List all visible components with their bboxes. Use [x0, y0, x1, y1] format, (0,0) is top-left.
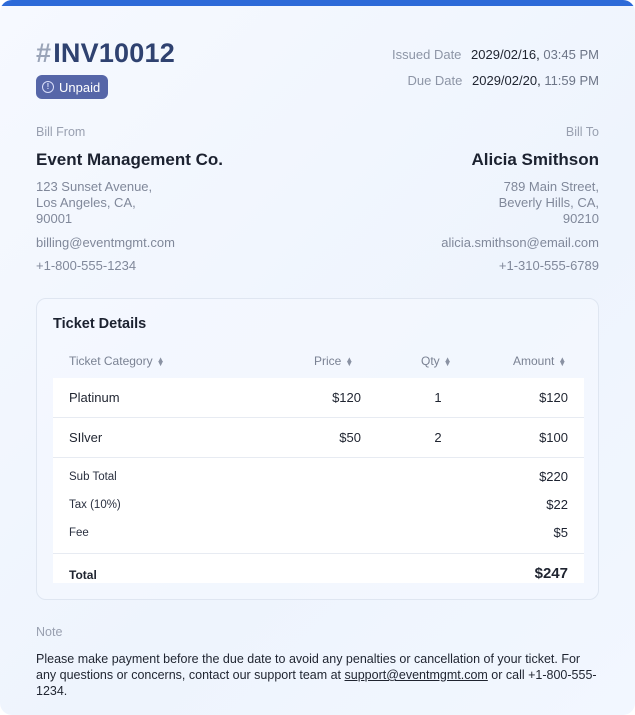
fee-label: Fee [69, 527, 89, 539]
invoice-dates: Issued Date 2029/02/16, 03:45 PM Due Dat… [392, 47, 599, 99]
table-row: Platinum $120 1 $120 [53, 378, 584, 418]
hash-symbol: # [36, 38, 52, 68]
ticket-category: Platinum [69, 390, 120, 405]
bill-from-phone: +1-800-555-1234 [36, 258, 137, 273]
subtotal-value: $220 [539, 469, 568, 484]
table-header: Ticket Category ▲ ▼ Price ▲ ▼ Qty ▲ ▼ Amount ▲ ▼ [53, 345, 584, 378]
accent-bar [0, 0, 635, 6]
sort-icon[interactable]: ▲ ▼ [444, 355, 452, 367]
sort-icon[interactable]: ▲ ▼ [558, 355, 566, 367]
note-caption: Note [36, 625, 63, 639]
column-header-label: Qty [421, 354, 440, 368]
due-time-value: 11:59 PM [544, 73, 599, 88]
bill-to-name: Alicia Smithson [471, 150, 599, 169]
info-circle-icon: ! [42, 81, 54, 93]
bill-to-email: alicia.smithson@email.com [441, 235, 599, 250]
status-badge: ! Unpaid [36, 75, 109, 99]
ticket-details-panel: Ticket Details Ticket Category ▲ ▼ Price ▲ ▼… [36, 298, 599, 600]
subtotal-label: Sub Total [69, 471, 117, 483]
total-label: Total [69, 568, 97, 582]
due-date-label: Due Date [407, 73, 463, 88]
ticket-price: $50 [339, 430, 361, 445]
table-body: Platinum $120 1 $120 SIlver $50 2 $100 S… [53, 378, 584, 583]
bill-to-section: Bill To Alicia Smithson 789 Main Street,… [441, 125, 599, 273]
ticket-details-title: Ticket Details [53, 316, 147, 332]
column-header-category[interactable]: Ticket Category ▲ ▼ [69, 354, 165, 368]
total-divider [53, 553, 584, 554]
ticket-price: $120 [332, 390, 361, 405]
tax-value: $22 [546, 497, 568, 512]
table-row: SIlver $50 2 $100 [53, 418, 584, 458]
column-header-price[interactable]: Price ▲ ▼ [314, 354, 353, 368]
column-header-label: Amount [513, 354, 555, 368]
tax-label: Tax (10%) [69, 499, 121, 511]
invoice-card: #INV10012 ! Unpaid Issued Date 2029/02/1… [0, 0, 635, 715]
subtotal-row: Sub Total $220 [53, 468, 584, 488]
column-header-label: Ticket Category [69, 354, 153, 368]
sort-icon[interactable]: ▲ ▼ [157, 355, 165, 367]
bill-from-section: Bill From Event Management Co. 123 Sunse… [36, 125, 223, 273]
bill-from-caption: Bill From [36, 125, 86, 139]
ticket-amount: $100 [539, 430, 568, 445]
column-header-qty[interactable]: Qty ▲ ▼ [421, 354, 452, 368]
total-value: $247 [534, 565, 568, 582]
sort-icon[interactable]: ▲ ▼ [345, 355, 353, 367]
issued-date-row: Issued Date 2029/02/16, 03:45 PM [392, 47, 599, 73]
ticket-qty: 1 [434, 390, 442, 405]
invoice-number-value: INV10012 [53, 38, 175, 68]
issued-date-value: 2029/02/16, [471, 47, 540, 62]
fee-value: $5 [553, 525, 568, 540]
bill-from-email: billing@eventmgmt.com [36, 235, 175, 250]
bill-to-address: 789 Main Street, Beverly Hills, CA, 9021… [498, 179, 599, 226]
column-header-amount[interactable]: Amount ▲ ▼ [513, 354, 566, 368]
ticket-category: SIlver [69, 430, 103, 445]
due-date-value: 2029/02/20, [472, 73, 541, 88]
fee-row: Fee $5 [53, 524, 584, 544]
support-email-link[interactable]: support@eventmgmt.com [345, 668, 488, 682]
invoice-number: #INV10012 [36, 38, 175, 69]
note-text: Please make payment before the due date … [36, 651, 602, 699]
status-label: Unpaid [59, 79, 101, 95]
bill-from-address: 123 Sunset Avenue, Los Angeles, CA, 9000… [36, 179, 153, 226]
due-date-row: Due Date 2029/02/20, 11:59 PM [392, 73, 599, 99]
issued-date-label: Issued Date [392, 47, 462, 62]
tax-row: Tax (10%) $22 [53, 496, 584, 516]
bill-to-caption: Bill To [565, 125, 599, 139]
column-header-label: Price [314, 354, 342, 368]
ticket-qty: 2 [434, 430, 442, 445]
issued-time-value: 03:45 PM [543, 47, 599, 62]
bill-from-name: Event Management Co. [36, 150, 224, 169]
bill-to-phone: +1-310-555-6789 [498, 258, 599, 273]
ticket-amount: $120 [539, 390, 568, 405]
